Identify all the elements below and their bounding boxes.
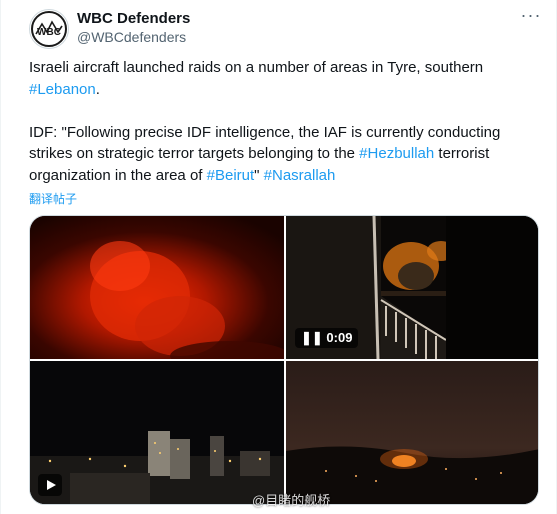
watermark: @目睹的舰桥 bbox=[252, 493, 331, 508]
avatar[interactable]: WBC bbox=[29, 9, 69, 49]
tweet-text-part: Israeli aircraft launched raids on a num… bbox=[29, 59, 484, 76]
left-border bbox=[0, 0, 1, 514]
more-icon[interactable]: ··· bbox=[519, 6, 543, 28]
hashtag-nasrallah[interactable]: #Nasrallah bbox=[264, 167, 336, 184]
tweet-text: Israeli aircraft launched raids on a num… bbox=[29, 57, 534, 186]
tweet-paragraph-2: IDF: "Following precise IDF intelligence… bbox=[29, 122, 534, 187]
hashtag-beirut[interactable]: #Beirut bbox=[207, 167, 255, 184]
tweet-header: WBC WBC Defenders @WBCdefenders ··· bbox=[29, 6, 549, 49]
tweet-paragraph-1: Israeli aircraft launched raids on a num… bbox=[29, 57, 534, 100]
translate-post-link[interactable]: 翻译帖子 bbox=[29, 190, 77, 207]
play-icon[interactable] bbox=[38, 474, 62, 496]
video-duration: ❚❚ 0:09 bbox=[295, 328, 359, 348]
tweet-text-part: " bbox=[254, 166, 264, 184]
tweet-text-part: . bbox=[95, 80, 100, 98]
hashtag-lebanon[interactable]: #Lebanon bbox=[29, 81, 96, 98]
media-video[interactable]: ❚❚ 0:09 bbox=[286, 216, 538, 359]
media-grid: ❚❚ 0:09 bbox=[29, 215, 539, 505]
media-photo-1[interactable] bbox=[30, 216, 284, 359]
hashtag-hezbullah[interactable]: #Hezbullah bbox=[359, 145, 434, 162]
author-name[interactable]: WBC Defenders bbox=[77, 10, 190, 27]
avatar-text: WBC bbox=[37, 27, 61, 38]
media-photo-4[interactable] bbox=[286, 361, 538, 504]
pause-icon: ❚❚ bbox=[301, 330, 323, 345]
author-handle[interactable]: @WBCdefenders bbox=[77, 29, 186, 45]
media-photo-3[interactable] bbox=[30, 361, 284, 504]
video-duration-text: 0:09 bbox=[326, 330, 353, 345]
